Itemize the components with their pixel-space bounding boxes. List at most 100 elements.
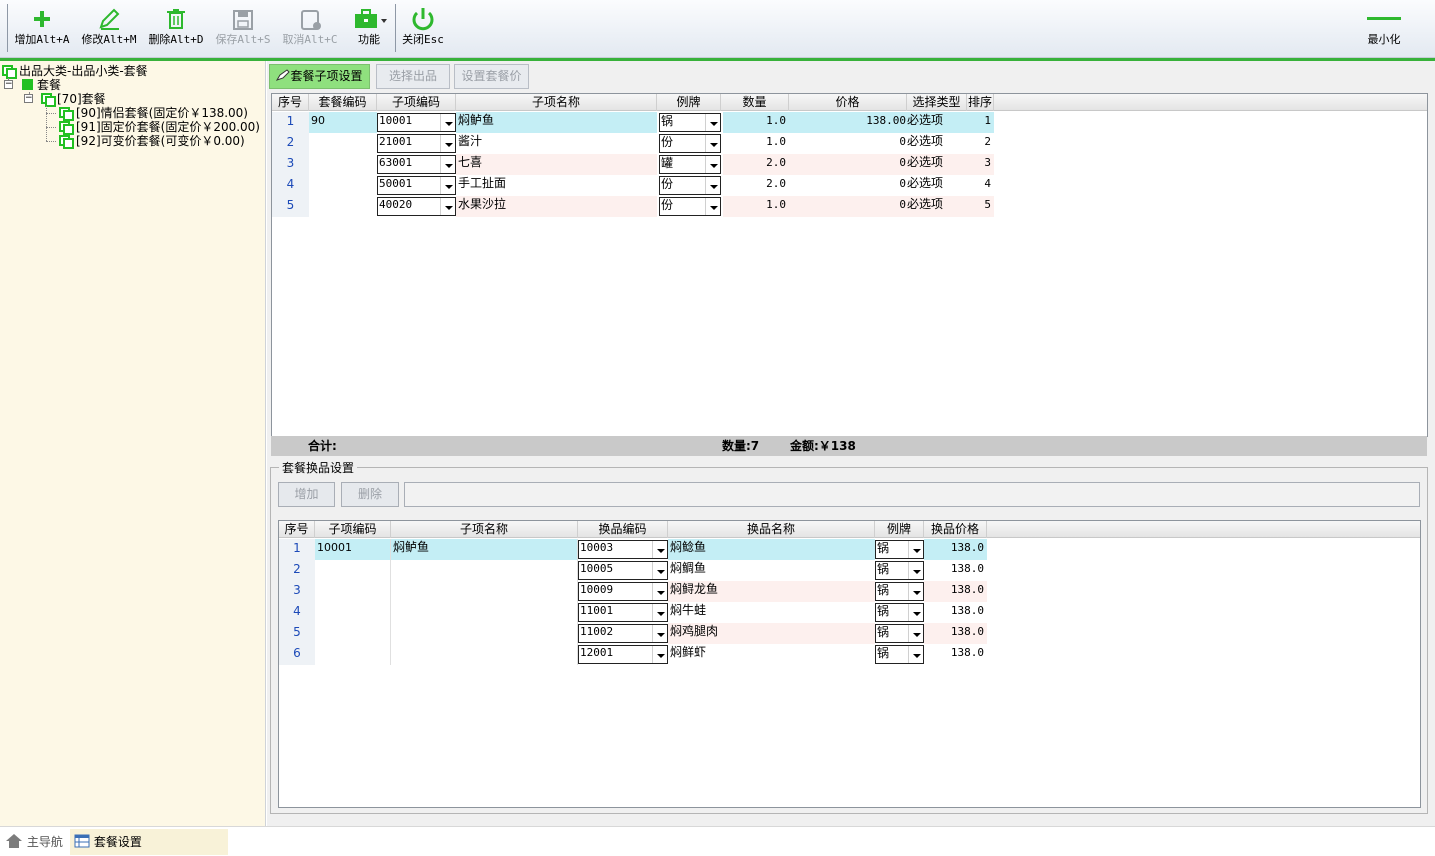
swap-code-combo[interactable]: 12001 xyxy=(578,645,668,664)
dropdown-arrow-icon[interactable] xyxy=(705,114,720,131)
cancel-button[interactable]: 取消Alt+C xyxy=(280,3,340,53)
column-header[interactable]: 排序 xyxy=(967,94,994,111)
unit-combo[interactable]: 锅 xyxy=(875,540,924,559)
swap-code-combo[interactable]: 11001 xyxy=(578,603,668,622)
dropdown-arrow-icon[interactable] xyxy=(908,583,923,600)
swap-price-cell[interactable]: 138.0 xyxy=(924,539,987,560)
quantity-cell[interactable]: 1.0 xyxy=(723,196,789,217)
column-header[interactable]: 例牌 xyxy=(875,521,924,538)
table-row[interactable]: 1 10001 焖鲈鱼 10003 焖鲶鱼锅 138.0 xyxy=(279,539,987,560)
save-button[interactable]: 保存Alt+S xyxy=(213,3,273,53)
dropdown-arrow-icon[interactable] xyxy=(652,562,667,579)
unit-combo[interactable]: 罐 xyxy=(659,155,721,174)
column-header[interactable]: 子项编码 xyxy=(315,521,391,538)
quantity-cell[interactable]: 1.0 xyxy=(723,112,789,133)
table-row[interactable]: 6 12001 焖鲜虾锅 138.0 xyxy=(279,644,987,665)
column-header[interactable]: 子项名称 xyxy=(391,521,578,538)
dropdown-arrow-icon[interactable] xyxy=(705,177,720,194)
edit-button[interactable]: 修改Alt+M xyxy=(79,3,139,53)
quantity-cell[interactable]: 2.0 xyxy=(723,154,789,175)
table-row[interactable]: 5 11002 焖鸡腿肉锅 138.0 xyxy=(279,623,987,644)
unit-combo[interactable]: 锅 xyxy=(875,582,924,601)
price-cell[interactable]: 0 xyxy=(789,196,907,217)
function-button[interactable]: 功能 xyxy=(349,3,389,53)
price-cell[interactable]: 0 xyxy=(789,154,907,175)
collapse-icon[interactable]: − xyxy=(24,94,33,103)
dropdown-arrow-icon[interactable] xyxy=(652,646,667,663)
dropdown-arrow-icon[interactable] xyxy=(440,135,455,152)
column-header[interactable]: 选择类型 xyxy=(907,94,967,111)
unit-combo[interactable]: 锅 xyxy=(875,624,924,643)
swap-filter-input[interactable] xyxy=(404,482,1420,507)
sub-item-code-combo[interactable]: 63001 xyxy=(377,155,456,174)
sub-item-code-combo[interactable]: 10001 xyxy=(377,113,456,132)
unit-combo[interactable]: 锅 xyxy=(875,645,924,664)
tab-set-price[interactable]: 设置套餐价 xyxy=(454,64,529,89)
home-tab[interactable]: 主导航 xyxy=(2,829,66,855)
set-code-cell[interactable] xyxy=(309,196,377,217)
dropdown-arrow-icon[interactable] xyxy=(652,541,667,558)
select-type-cell[interactable]: 必选项 xyxy=(907,154,967,175)
column-header[interactable]: 子项名称 xyxy=(456,94,657,111)
set-code-cell[interactable]: 90 xyxy=(309,112,377,133)
unit-combo[interactable]: 份 xyxy=(659,134,721,153)
unit-combo[interactable]: 锅 xyxy=(875,561,924,580)
table-row[interactable]: 4 11001 焖牛蛙锅 138.0 xyxy=(279,602,987,623)
sub-item-code-combo[interactable]: 21001 xyxy=(377,134,456,153)
close-button[interactable]: 关闭Esc xyxy=(400,3,446,53)
unit-combo[interactable]: 锅 xyxy=(659,113,721,132)
sort-cell[interactable]: 1 xyxy=(967,112,994,133)
dropdown-arrow-icon[interactable] xyxy=(908,646,923,663)
column-header[interactable]: 价格 xyxy=(789,94,907,111)
dropdown-arrow-icon[interactable] xyxy=(908,562,923,579)
delete-button[interactable]: 删除Alt+D xyxy=(146,3,206,53)
column-header[interactable]: 换品价格 xyxy=(924,521,987,538)
unit-combo[interactable]: 锅 xyxy=(875,603,924,622)
dropdown-arrow-icon[interactable] xyxy=(440,114,455,131)
add-button[interactable]: 增加Alt+A xyxy=(13,3,71,53)
swap-price-cell[interactable]: 138.0 xyxy=(924,560,987,581)
column-header[interactable]: 换品编码 xyxy=(578,521,668,538)
column-header[interactable]: 序号 xyxy=(272,94,309,111)
select-type-cell[interactable]: 必选项 xyxy=(907,175,967,196)
column-header[interactable]: 序号 xyxy=(279,521,315,538)
column-header[interactable]: 例牌 xyxy=(657,94,721,111)
table-row[interactable]: 2 10005 焖鲷鱼锅 138.0 xyxy=(279,560,987,581)
minimize-button[interactable]: 最小化 xyxy=(1358,3,1410,53)
sub-item-code-combo[interactable]: 40020 xyxy=(377,197,456,216)
price-cell[interactable]: 138.00 xyxy=(789,112,907,133)
column-header[interactable]: 数量 xyxy=(721,94,789,111)
dropdown-arrow-icon[interactable] xyxy=(705,135,720,152)
table-row[interactable]: 5 40020 水果沙拉份 1.0 0 必选项 5 xyxy=(272,196,994,217)
sort-cell[interactable]: 5 xyxy=(967,196,994,217)
swap-price-cell[interactable]: 138.0 xyxy=(924,581,987,602)
column-header[interactable]: 套餐编码 xyxy=(309,94,377,111)
quantity-cell[interactable]: 1.0 xyxy=(723,133,789,154)
column-header[interactable]: 子项编码 xyxy=(377,94,456,111)
tab-select-product[interactable]: 选择出品 xyxy=(376,64,450,89)
column-header[interactable]: 换品名称 xyxy=(668,521,875,538)
price-cell[interactable]: 0 xyxy=(789,133,907,154)
swap-price-cell[interactable]: 138.0 xyxy=(924,644,987,665)
dropdown-arrow-icon[interactable] xyxy=(440,177,455,194)
table-row[interactable]: 2 21001 酱汁份 1.0 0 必选项 2 xyxy=(272,133,994,154)
dropdown-arrow-icon[interactable] xyxy=(705,156,720,173)
dropdown-arrow-icon[interactable] xyxy=(908,604,923,621)
swap-price-cell[interactable]: 138.0 xyxy=(924,623,987,644)
sort-cell[interactable]: 4 xyxy=(967,175,994,196)
swap-price-cell[interactable]: 138.0 xyxy=(924,602,987,623)
table-row[interactable]: 3 63001 七喜罐 2.0 0 必选项 3 xyxy=(272,154,994,175)
dropdown-arrow-icon[interactable] xyxy=(440,198,455,215)
collapse-icon[interactable]: − xyxy=(4,80,13,89)
set-code-cell[interactable] xyxy=(309,175,377,196)
set-code-cell[interactable] xyxy=(309,154,377,175)
swap-add-button[interactable]: 增加 xyxy=(278,482,335,507)
sub-item-code-combo[interactable]: 50001 xyxy=(377,176,456,195)
swap-code-combo[interactable]: 10005 xyxy=(578,561,668,580)
tab-sub-item-settings[interactable]: 套餐子项设置 xyxy=(269,64,370,89)
sort-cell[interactable]: 2 xyxy=(967,133,994,154)
swap-delete-button[interactable]: 删除 xyxy=(341,482,399,507)
table-row[interactable]: 1 90 10001 焖鲈鱼锅 1.0 138.00 必选项 1 xyxy=(272,112,994,133)
select-type-cell[interactable]: 必选项 xyxy=(907,196,967,217)
dropdown-arrow-icon[interactable] xyxy=(705,198,720,215)
